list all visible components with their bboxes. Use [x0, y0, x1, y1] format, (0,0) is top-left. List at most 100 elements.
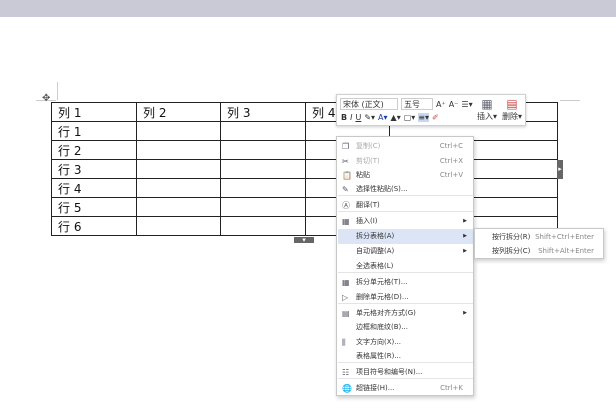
cut-icon: ✂ [342, 157, 349, 166]
table-cell[interactable] [220, 140, 306, 160]
table-row: 行 4 [51, 178, 558, 198]
menu-item-label: 复制(C) [356, 142, 381, 150]
menu-item[interactable]: Ⓐ 翻译(T) [338, 198, 473, 213]
menu-item[interactable]: ▦ 插入(I) ▶ [338, 214, 473, 229]
table-cell[interactable] [136, 216, 221, 236]
menu-item-label: 单元格对齐方式(G) [356, 309, 416, 317]
table-insert-icon: ▦ [481, 97, 493, 111]
menu-item[interactable]: 表格属性(R)... [338, 349, 473, 364]
text-direction-icon: ⫼ [342, 338, 346, 347]
table-cell[interactable]: 行 1 [51, 121, 137, 141]
paste-icon: 📋 [342, 171, 352, 180]
table-cell[interactable]: 列 3 [220, 102, 306, 122]
font-color-icon[interactable]: A▾ [378, 113, 388, 122]
menu-item-label: 按行拆分(R) [492, 233, 531, 241]
menu-item[interactable]: ❐ 复制(C) Ctrl+C [338, 139, 473, 154]
list-icon: ☷ [342, 368, 350, 377]
table-cell[interactable] [136, 140, 221, 160]
copy-icon: ❐ [342, 142, 350, 151]
font-select[interactable]: 宋体 (正文) [340, 98, 398, 110]
cell-align-icon: ▤ [342, 309, 350, 318]
table-cell[interactable]: 行 4 [51, 178, 137, 198]
menu-item-label: 拆分单元格(T)... [356, 278, 408, 286]
menu-item-label: 翻译(T) [356, 201, 380, 209]
menu-item[interactable]: 拆分表格(A) ▶ [338, 229, 473, 244]
menu-item-shortcut: Ctrl+K [440, 384, 463, 392]
table-cell[interactable] [220, 216, 306, 236]
menu-item-label: 边框和底纹(B)... [356, 323, 408, 331]
menu-item-shortcut: Shift+Alt+Enter [538, 247, 594, 255]
menu-item[interactable]: 🌐 超链接(H)... Ctrl+K [338, 381, 473, 396]
menu-item[interactable]: ✎ 选择性粘贴(S)... [338, 182, 473, 197]
floating-toolbar: 宋体 (正文) 五号 A⁺ A⁻ ☰▾ B I U ✎▾ A▾ ▲▾ ▢▾ ≡▾… [336, 94, 526, 126]
table-cell[interactable] [220, 178, 306, 198]
table-row: 行 3 [51, 159, 558, 179]
menu-item-label: 自动调整(A) [356, 247, 395, 255]
menu-item[interactable]: 📋 粘贴 Ctrl+V [338, 168, 473, 183]
column-add-handle-icon[interactable]: ▸ [557, 160, 563, 179]
menu-item[interactable]: ☷ 项目符号和编号(N)... [338, 365, 473, 380]
menu-item-label: 剪切(T) [356, 157, 380, 165]
table-move-handle-icon[interactable]: ✥ [42, 93, 50, 104]
menu-item[interactable]: ▤ 单元格对齐方式(G) ▶ [338, 306, 473, 321]
font-size-select[interactable]: 五号 [401, 98, 433, 110]
table-cell[interactable]: 行 5 [51, 197, 137, 217]
shrink-font-button[interactable]: A⁻ [449, 100, 459, 109]
split-table-submenu: 按行拆分(R) Shift+Ctrl+Enter 按列拆分(C) Shift+Alt+… [474, 228, 604, 259]
menu-item-label: 按列拆分(C) [492, 247, 531, 255]
menu-item-shortcut: Ctrl+C [439, 142, 463, 150]
table-cell[interactable] [136, 197, 221, 217]
menu-item[interactable]: 按行拆分(R) Shift+Ctrl+Enter [476, 230, 604, 245]
row-add-handle-icon[interactable]: ▾ [294, 237, 314, 244]
menu-item[interactable]: 全选表格(L) [338, 259, 473, 274]
menu-item[interactable]: 边框和底纹(B)... [338, 320, 473, 335]
table-cell[interactable]: 列 2 [136, 102, 221, 122]
table-cell[interactable]: 行 2 [51, 140, 137, 160]
menu-item[interactable]: 按列拆分(C) Shift+Alt+Enter [476, 244, 604, 259]
highlight-icon[interactable]: ✎▾ [364, 113, 375, 122]
shading-icon[interactable]: ▲▾ [391, 113, 401, 122]
underline-button[interactable]: U [355, 113, 361, 122]
bold-button[interactable]: B [341, 113, 347, 122]
split-cells-icon: ▦ [342, 278, 350, 287]
italic-button[interactable]: I [350, 113, 352, 122]
paste-special-icon: ✎ [342, 185, 349, 194]
table-cell[interactable] [220, 159, 306, 179]
menu-item-shortcut: Ctrl+X [439, 157, 463, 165]
table-row: 行 5 [51, 197, 558, 217]
format-painter-icon[interactable]: ✐ [432, 113, 439, 122]
menu-item-shortcut: Ctrl+V [439, 171, 463, 179]
delete-button[interactable]: ▤ 删除▾ [502, 97, 522, 122]
menu-item[interactable]: ✂ 剪切(T) Ctrl+X [338, 154, 473, 169]
margin-mark [57, 82, 58, 100]
line-spacing-icon[interactable]: ☰▾ [461, 100, 472, 109]
submenu-arrow-icon: ▶ [463, 218, 467, 224]
table-cell[interactable] [220, 121, 306, 141]
submenu-arrow-icon: ▶ [463, 233, 467, 239]
align-icon[interactable]: ≡▾ [418, 113, 430, 122]
insert-button[interactable]: ▦ 插入▾ [477, 97, 497, 122]
menu-item[interactable]: ▦ 拆分单元格(T)... [338, 275, 473, 290]
delete-cells-icon: ▷ [342, 293, 349, 302]
table-cell[interactable]: 行 6 [51, 216, 137, 236]
table-cell[interactable] [136, 159, 221, 179]
table-delete-icon: ▤ [506, 97, 518, 111]
table-row: 行 2 [51, 140, 558, 160]
menu-item[interactable]: 自动调整(A) ▶ [338, 244, 473, 259]
menu-item[interactable]: ▷ 删除单元格(D)... [338, 290, 473, 305]
table-cell[interactable] [136, 178, 221, 198]
title-bar [0, 0, 616, 17]
menu-item-label: 删除单元格(D)... [356, 293, 409, 301]
grow-font-button[interactable]: A⁺ [436, 100, 446, 109]
menu-item[interactable]: ⫼ 文字方向(X)... [338, 335, 473, 350]
submenu-arrow-icon: ▶ [463, 248, 467, 254]
table-cell[interactable]: 行 3 [51, 159, 137, 179]
border-icon[interactable]: ▢▾ [404, 113, 416, 122]
table-cell[interactable] [220, 197, 306, 217]
menu-item-label: 表格属性(R)... [356, 352, 402, 360]
table-cell[interactable] [136, 121, 221, 141]
table-cell[interactable]: 列 1 [51, 102, 137, 122]
insert-table-icon: ▦ [342, 217, 350, 226]
submenu-arrow-icon: ▶ [463, 310, 467, 316]
menu-item-label: 文字方向(X)... [356, 338, 401, 346]
